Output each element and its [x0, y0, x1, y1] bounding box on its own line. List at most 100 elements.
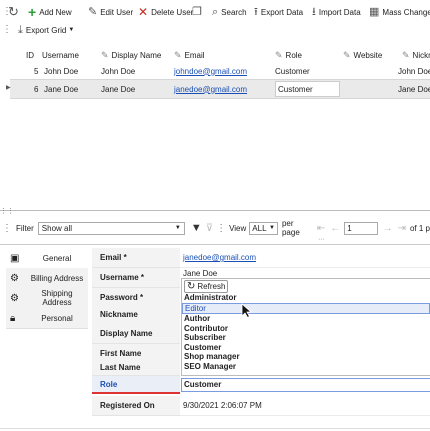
cell-id: 6 — [34, 84, 39, 94]
tab-general[interactable]: ▣ General — [6, 248, 88, 269]
tab-shipping-address[interactable]: ⚙ Shipping Address — [6, 288, 88, 309]
import-data-label: Import Data — [318, 7, 361, 17]
role-option-editor[interactable]: Editor — [182, 302, 430, 314]
plus-icon: + — [28, 3, 37, 20]
row-indicator-icon: ▶ — [6, 85, 11, 91]
billing-address-icon: ⚙ — [10, 272, 19, 284]
view-label: View — [229, 223, 247, 233]
filter-select[interactable]: Show all ▼ — [37, 221, 185, 235]
delete-user-button[interactable]: ✕ Delete User — [138, 2, 193, 22]
splitter-grip-icon: ⋮⋮ — [0, 208, 14, 215]
tab-personal[interactable]: 🔒︎ Personal — [6, 308, 88, 329]
search-label: Search — [221, 7, 247, 17]
mass-changer-icon: ▦ — [369, 5, 380, 18]
pencil-icon: ✎ — [275, 49, 283, 60]
of-pages-label: of 1 p — [409, 223, 430, 233]
clear-filter-icon[interactable]: ⊽ — [206, 223, 213, 234]
refresh-icon: ↻ — [187, 281, 196, 292]
column-header-nickname[interactable]: ✎Nickn — [402, 48, 430, 62]
column-header-website[interactable]: ✎ Website — [343, 48, 382, 62]
export-grid-icon: ⤓ — [18, 23, 23, 36]
edit-user-button[interactable]: ✎ Edit User — [88, 2, 133, 22]
filterbar-grip-icon: ⋮ — [2, 222, 12, 234]
prev-page-icon[interactable]: ← — [330, 223, 340, 234]
shipping-address-icon: ⚙ — [10, 292, 19, 304]
export-data-button[interactable]: ⭱ Export Data — [254, 2, 303, 22]
add-new-label: Add New — [39, 7, 72, 17]
detail-splitter-grip-icon[interactable]: ··· — [318, 236, 325, 243]
role-option-contributor[interactable]: Contributor — [182, 324, 430, 334]
role-option-administrator[interactable]: Administrator — [182, 293, 430, 303]
column-header-id[interactable]: ID — [26, 48, 34, 62]
import-icon: ⭳ — [312, 5, 316, 18]
view-select-value: ALL — [252, 223, 267, 233]
role-option-customer[interactable]: Customer — [182, 343, 430, 353]
cell-nickname: Jane Doe — [398, 84, 430, 94]
field-label-username: Username * — [92, 268, 180, 288]
import-data-button[interactable]: ⭳ Import Data — [312, 2, 361, 22]
splitter-handle[interactable] — [0, 210, 430, 215]
mass-changer-button[interactable]: ▦ Mass Changer — [369, 2, 430, 22]
export-grid-button[interactable]: ⤓ Export Grid ▼ — [18, 20, 74, 40]
general-icon: ▣ — [10, 252, 20, 264]
field-label-last-name: Last Name — [92, 360, 180, 376]
cell-id: 5 — [34, 66, 39, 76]
role-option-seo-manager[interactable]: SEO Manager — [182, 362, 430, 372]
tab-billing-address[interactable]: ⚙ Billing Address — [6, 268, 88, 289]
pencil-icon: ✎ — [343, 49, 351, 60]
divider — [0, 428, 430, 429]
page-input[interactable]: 1 — [344, 221, 378, 235]
cell-email[interactable]: janedoe@gmail.com — [174, 80, 247, 98]
field-label-registered-on: Registered On — [92, 396, 180, 416]
cell-nickname: John Doe — [398, 66, 430, 76]
column-header-label: ID — [26, 50, 34, 60]
copy-button[interactable]: ❐ — [192, 2, 205, 22]
column-header-role[interactable]: ✎ Role — [275, 48, 302, 62]
pencil-icon: ✎ — [174, 49, 182, 60]
field-label-nickname: Nickname — [92, 305, 180, 325]
cell-display-name: John Doe — [101, 66, 136, 76]
role-option-author[interactable]: Author — [182, 314, 430, 324]
chevron-down-icon: ▼ — [68, 27, 75, 33]
column-header-display-name[interactable]: ✎ Display Name — [101, 48, 161, 62]
first-page-icon[interactable]: ⇤ — [317, 223, 325, 234]
column-header-email[interactable]: ✎ Email — [174, 48, 205, 62]
table-row-selected[interactable]: ▶ 6 Jane Doe Jane Doe janedoe@gmail.com … — [6, 79, 430, 99]
table-row[interactable]: 5 John Doe John Doe johndoe@gmail.com Cu… — [10, 62, 430, 80]
filter-bar: ⋮ Filter Show all ▼ ▼ ⊽ ⋮ View ALL ▼ per… — [0, 218, 430, 238]
toolbar2-grip-icon: ⋮ — [2, 24, 12, 35]
role-combobox[interactable]: Customer — [181, 378, 430, 392]
refresh-button[interactable]: ↻ Refresh — [184, 280, 228, 293]
column-header-label: Display Name — [111, 50, 162, 60]
column-header-username[interactable]: Username — [42, 48, 79, 62]
field-value-email[interactable]: janedoe@gmail.com — [180, 248, 430, 268]
last-page-icon[interactable]: ⇥ — [398, 223, 406, 234]
filter-label: Filter — [16, 223, 34, 233]
field-label-email: Email * — [92, 248, 180, 268]
column-header-label: Website — [353, 50, 383, 60]
copy-icon: ❐ — [192, 5, 202, 18]
next-page-icon[interactable]: → — [383, 223, 393, 234]
pencil-icon: ✎ — [402, 49, 410, 60]
view-select[interactable]: ALL ▼ — [249, 221, 278, 235]
search-button[interactable]: ⌕ Search — [212, 2, 247, 22]
role-option-shop-manager[interactable]: Shop manager — [182, 352, 430, 362]
column-header-label: Nickn — [412, 50, 430, 60]
lock-icon: 🔒︎ — [10, 312, 16, 324]
tab-label: General — [42, 253, 72, 263]
search-icon: ⌕ — [212, 5, 219, 18]
chevron-down-icon: ▼ — [269, 225, 275, 231]
cell-username: John Doe — [44, 66, 79, 76]
cell-role: Customer — [275, 81, 340, 97]
add-new-button[interactable]: + Add New — [28, 2, 72, 22]
funnel-icon[interactable]: ▼ — [191, 222, 202, 234]
undo-icon[interactable]: ↻ — [8, 4, 19, 20]
tab-label: Billing Address — [30, 273, 84, 283]
per-page-label: per page — [281, 219, 300, 237]
role-option-subscriber[interactable]: Subscriber — [182, 333, 430, 343]
separator-icon: ⋮ — [216, 222, 227, 234]
refresh-label: Refresh — [197, 282, 226, 291]
cell-email[interactable]: johndoe@gmail.com — [174, 62, 247, 80]
cell-role: Customer — [275, 66, 310, 76]
cell-display-name: Jane Doe — [101, 84, 136, 94]
